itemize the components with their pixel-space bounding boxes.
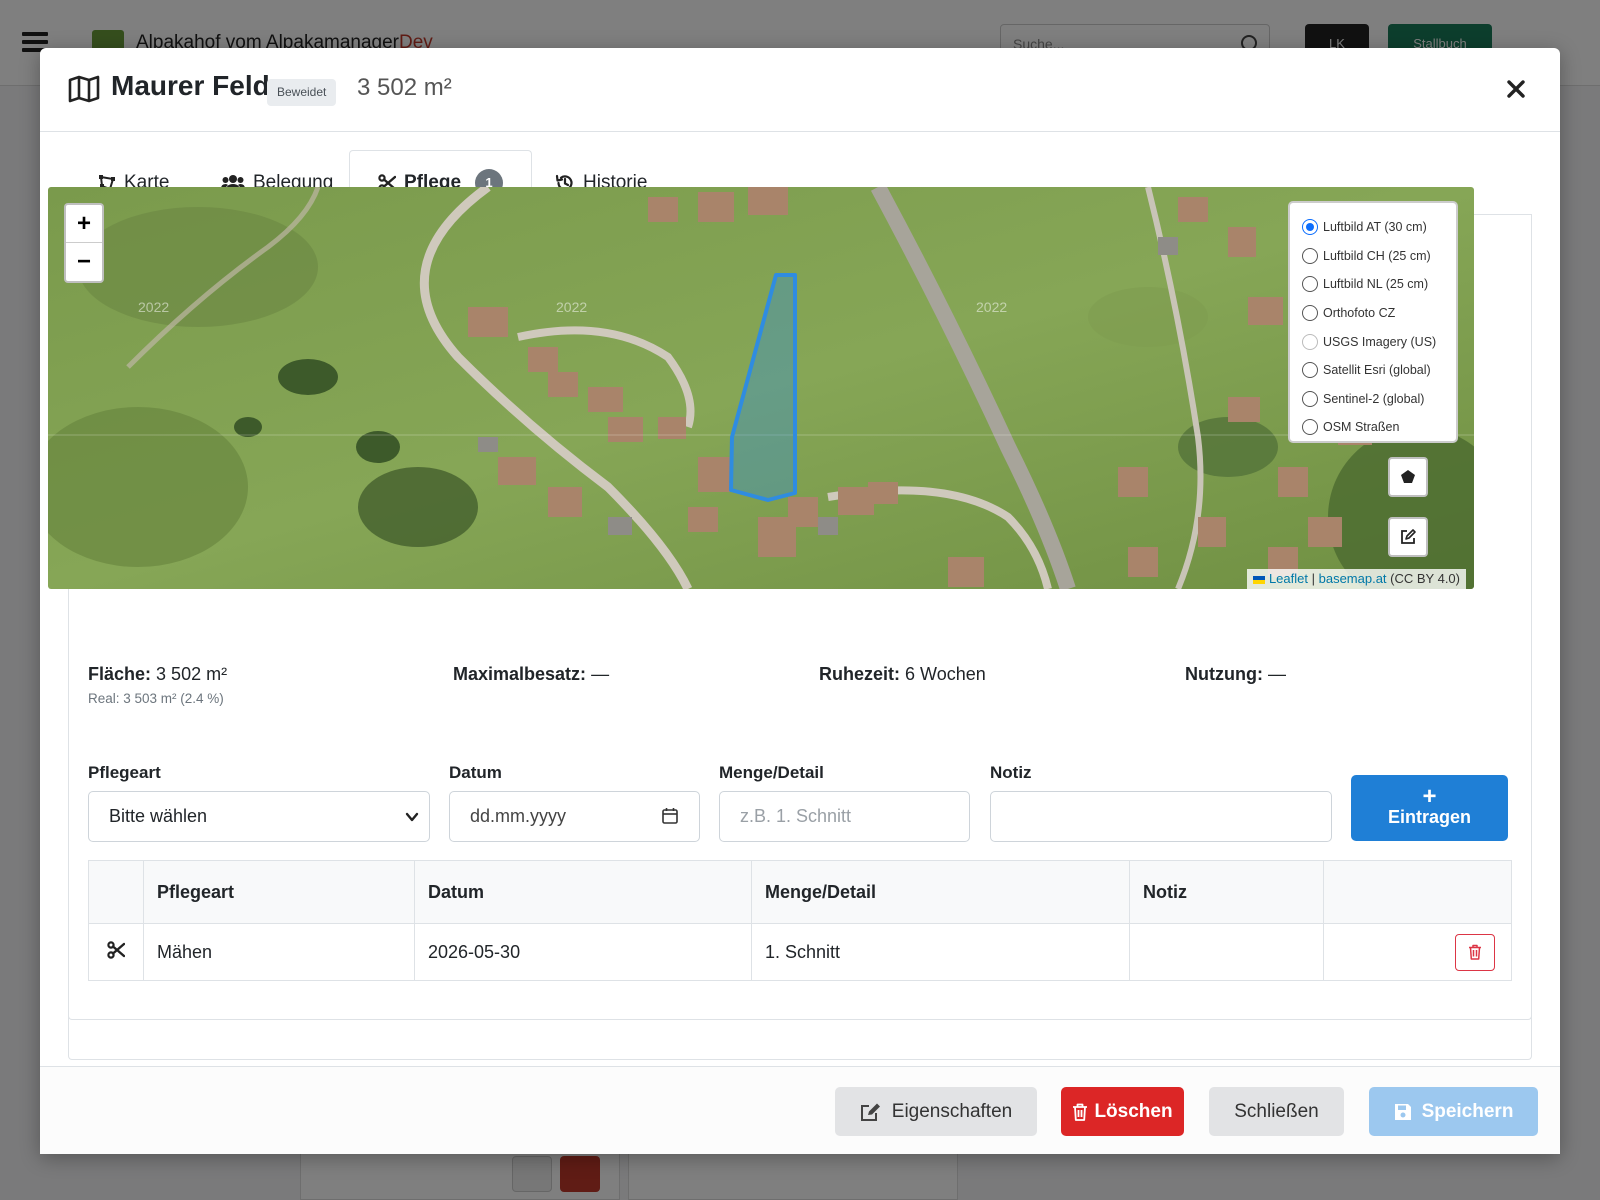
zoom-out-button[interactable]: − xyxy=(66,243,102,281)
table-header: Menge/Detail xyxy=(751,860,1130,924)
radio[interactable] xyxy=(1302,390,1318,407)
zoom-control: + − xyxy=(64,203,104,283)
cell-datum: 2026-05-30 xyxy=(414,923,752,981)
radio[interactable] xyxy=(1302,305,1318,322)
layer-option-luftbild-ch[interactable]: Luftbild CH (25 cm) xyxy=(1302,242,1456,271)
table-header: Datum xyxy=(414,860,752,924)
chevron-down-icon xyxy=(405,812,419,822)
draw-polygon-button[interactable] xyxy=(1388,457,1428,497)
notiz-input[interactable] xyxy=(990,791,1332,842)
radio[interactable] xyxy=(1302,247,1318,264)
map-attribution: Leaflet | basemap.at (CC BY 4.0) xyxy=(1246,569,1466,589)
imagery-year-label: 2022 xyxy=(556,299,587,315)
layer-option-usgs: USGS Imagery (US) xyxy=(1302,327,1456,356)
imagery-year-label: 2022 xyxy=(976,299,1007,315)
loeschen-button[interactable]: Löschen xyxy=(1061,1087,1184,1136)
cell-actions xyxy=(1323,923,1512,981)
menge-label: Menge/Detail xyxy=(719,763,824,782)
edit-icon xyxy=(860,1103,880,1121)
layer-switcher: Luftbild AT (30 cm) Luftbild CH (25 cm) … xyxy=(1288,201,1458,443)
trash-icon xyxy=(1469,944,1481,960)
modal-title: Maurer Feld xyxy=(111,70,270,101)
plus-icon: + xyxy=(1422,783,1437,810)
table-row: Mähen 2026-05-30 1. Schnitt xyxy=(88,923,1512,981)
leaflet-link[interactable]: Leaflet xyxy=(1269,571,1308,586)
eintragen-button[interactable]: + Eintragen xyxy=(1351,775,1508,841)
save-icon xyxy=(1394,1103,1411,1120)
table-header-row: Pflegeart Datum Menge/Detail Notiz xyxy=(88,860,1512,924)
layer-option-luftbild-nl[interactable]: Luftbild NL (25 cm) xyxy=(1302,270,1456,299)
speichern-button[interactable]: Speichern xyxy=(1369,1087,1538,1136)
polygon-icon xyxy=(1401,470,1415,483)
scissors-icon xyxy=(107,940,126,959)
schliessen-button[interactable]: Schließen xyxy=(1209,1087,1344,1136)
stat-maximalbesatz: Maximalbesatz: — xyxy=(453,664,610,684)
header-area: 3 502 m² xyxy=(357,74,452,101)
radio-disabled xyxy=(1302,333,1318,350)
map-view[interactable]: 2022 2022 2022 + − Luftbild AT (30 cm) L… xyxy=(48,187,1474,589)
edit-polygon-button[interactable] xyxy=(1388,517,1428,557)
status-badge: Beweidet xyxy=(267,79,337,106)
cell-notiz xyxy=(1129,923,1324,981)
cell-menge: 1. Schnitt xyxy=(751,923,1130,981)
layer-option-luftbild-at[interactable]: Luftbild AT (30 cm) xyxy=(1302,213,1456,242)
radio[interactable] xyxy=(1302,276,1318,293)
stat-nutzung: Nutzung: — xyxy=(1185,664,1286,684)
stat-flaeche: Fläche: 3 502 m² xyxy=(88,664,228,684)
table-header-icon xyxy=(88,860,144,924)
layer-option-sentinel[interactable]: Sentinel-2 (global) xyxy=(1302,385,1456,414)
notiz-label: Notiz xyxy=(990,763,1032,782)
stat-ruhezeit: Ruhezeit: 6 Wochen xyxy=(819,664,986,684)
table-header: Pflegeart xyxy=(143,860,415,924)
map-icon xyxy=(68,75,100,103)
pflegeart-label: Pflegeart xyxy=(88,763,161,782)
basemap-link[interactable]: basemap.at xyxy=(1319,571,1387,586)
radio[interactable] xyxy=(1302,419,1318,436)
stat-flaeche-real: Real: 3 503 m² (2.4 %) xyxy=(88,691,224,706)
layer-option-esri[interactable]: Satellit Esri (global) xyxy=(1302,356,1456,385)
aerial-imagery: 2022 2022 2022 xyxy=(48,187,1474,589)
radio[interactable] xyxy=(1302,362,1318,379)
table-header-actions xyxy=(1323,860,1512,924)
datum-input[interactable]: dd.mm.yyyy xyxy=(449,791,700,842)
eigenschaften-button[interactable]: Eigenschaften xyxy=(835,1087,1037,1136)
modal-header: Maurer Feld Beweidet 3 502 m² xyxy=(40,48,1560,132)
table-header: Notiz xyxy=(1129,860,1324,924)
menge-input[interactable]: z.B. 1. Schnitt xyxy=(719,791,970,842)
trash-icon xyxy=(1073,1103,1088,1121)
pflege-table: Pflegeart Datum Menge/Detail Notiz Mähen… xyxy=(88,860,1512,981)
close-icon[interactable] xyxy=(1505,78,1527,100)
cell-pflegeart: Mähen xyxy=(143,923,415,981)
imagery-year-label: 2022 xyxy=(138,299,169,315)
ukraine-flag-icon xyxy=(1252,575,1265,584)
radio-selected[interactable] xyxy=(1302,219,1318,236)
delete-row-button[interactable] xyxy=(1455,933,1495,971)
datum-label: Datum xyxy=(449,763,502,782)
zoom-in-button[interactable]: + xyxy=(66,205,102,243)
calendar-icon[interactable] xyxy=(661,807,679,825)
layer-option-orthofoto-cz[interactable]: Orthofoto CZ xyxy=(1302,299,1456,328)
edit-icon xyxy=(1401,529,1416,544)
layer-option-osm[interactable]: OSM Straßen xyxy=(1302,413,1456,442)
pflegeart-select[interactable]: Bitte wählen xyxy=(88,791,430,842)
row-type-cell xyxy=(88,923,144,981)
